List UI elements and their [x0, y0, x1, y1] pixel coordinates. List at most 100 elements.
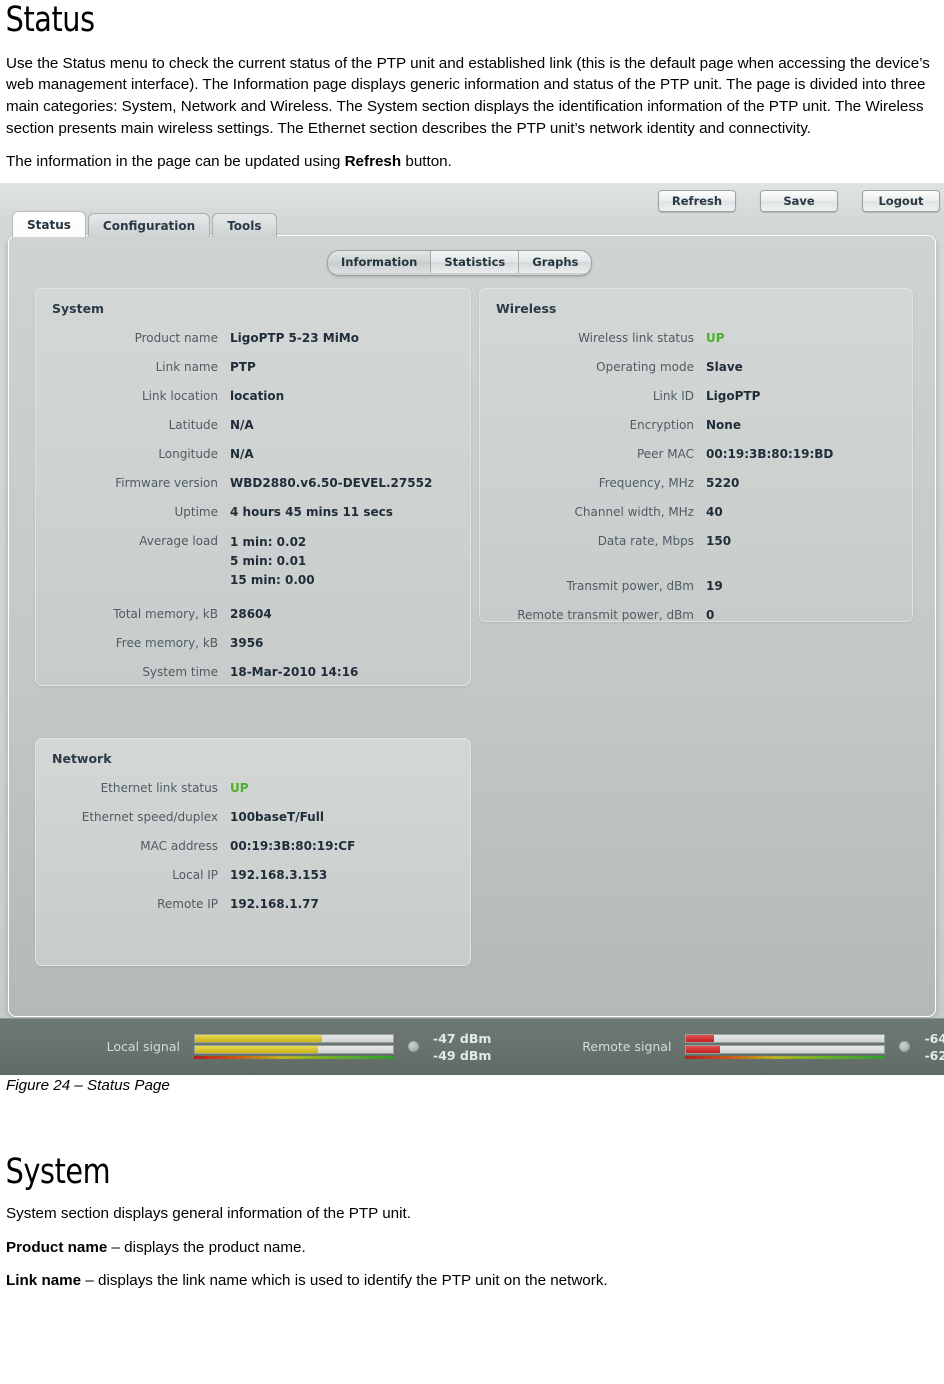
sub-tab-bar: Information Statistics Graphs: [327, 249, 593, 276]
label-data-rate: Data rate, Mbps: [597, 533, 694, 548]
network-card: Network Ethernet link status UP Ethernet…: [35, 737, 471, 966]
label-total-memory: Total memory, kB: [113, 606, 218, 621]
value-free-memory: 3956: [230, 635, 264, 650]
avg-load-15min: 15 min: 0.00: [230, 572, 315, 587]
remote-signal-values: -64 dBm -62 dBm: [924, 1030, 944, 1064]
row-system-time: System time 18-Mar-2010 14:16: [36, 664, 470, 693]
value-product-name: LigoPTP 5-23 MiMo: [230, 330, 359, 345]
value-data-rate: 150: [706, 533, 732, 548]
value-channel-width: 40: [706, 504, 723, 519]
label-peer-mac: Peer MAC: [636, 446, 694, 461]
wireless-rows: Wireless link status UP Operating mode S…: [480, 330, 912, 636]
local-signal-chain2-fill: [195, 1046, 318, 1054]
value-system-time: 18-Mar-2010 14:16: [230, 664, 359, 679]
row-uptime: Uptime 4 hours 45 mins 11 secs: [36, 504, 470, 533]
value-mac-address: 00:19:3B:80:19:CF: [230, 838, 356, 853]
value-remote-ip: 192.168.1.77: [230, 896, 319, 911]
row-average-load: Average load 1 min: 0.02 5 min: 0.01 15 …: [36, 533, 470, 590]
local-signal-chain1-fill: [195, 1035, 322, 1043]
section-title-system: System: [5, 1152, 111, 1193]
product-name-definition: Product name – displays the product name…: [4, 1237, 940, 1259]
remote-signal-chain2-value: -62 dBm: [924, 1047, 944, 1063]
local-signal-indicator-icon: [408, 1041, 419, 1053]
label-uptime: Uptime: [174, 504, 218, 519]
avg-load-1min: 1 min: 0.02: [230, 534, 307, 549]
link-name-description: – displays the link name which is used t…: [81, 1272, 608, 1290]
row-latitude: Latitude N/A: [36, 417, 470, 446]
figure-caption: Figure 24 – Status Page: [6, 1076, 170, 1094]
local-signal-meter: [194, 1034, 394, 1060]
logout-button[interactable]: Logout: [862, 189, 940, 212]
label-ethernet-speed-duplex: Ethernet speed/duplex: [81, 809, 218, 824]
wireless-card: Wireless Wireless link status UP Operati…: [479, 287, 913, 622]
product-name-description: – displays the product name.: [107, 1238, 306, 1256]
remote-signal-chain2-fill: [686, 1046, 721, 1054]
subtab-information[interactable]: Information: [328, 250, 432, 273]
subtab-graphs[interactable]: Graphs: [519, 250, 592, 273]
value-transmit-power: 19: [706, 578, 723, 593]
label-local-ip: Local IP: [172, 867, 218, 882]
network-card-title: Network: [52, 750, 112, 766]
label-encryption: Encryption: [629, 417, 694, 432]
value-frequency: 5220: [706, 475, 740, 490]
label-remote-ip: Remote IP: [157, 896, 218, 911]
label-product-name: Product name: [134, 330, 218, 345]
status-badge-wireless: UP: [706, 330, 725, 345]
row-mac-address: MAC address 00:19:3B:80:19:CF: [36, 838, 470, 867]
value-encryption: None: [706, 417, 741, 432]
refresh-note-suffix: button.: [401, 153, 452, 171]
value-link-id: LigoPTP: [706, 388, 761, 403]
refresh-button[interactable]: Refresh: [658, 189, 736, 212]
system-card: System Product name LigoPTP 5-23 MiMo Li…: [35, 287, 471, 686]
signal-status-bar: Local signal -47 dBm -49 dBm Remote sign…: [0, 1017, 944, 1075]
row-ethernet-link-status: Ethernet link status UP: [36, 780, 470, 809]
row-operating-mode: Operating mode Slave: [480, 359, 912, 388]
wireless-card-title: Wireless: [496, 300, 557, 316]
tab-configuration[interactable]: Configuration: [87, 212, 211, 237]
subtab-statistics[interactable]: Statistics: [431, 250, 520, 273]
tab-status[interactable]: Status: [12, 210, 86, 237]
refresh-note-prefix: The information in the page can be updat…: [6, 153, 345, 171]
tab-tools[interactable]: Tools: [212, 212, 277, 237]
remote-signal-label: Remote signal: [582, 1039, 672, 1055]
value-firmware-version: WBD2880.v6.50-DEVEL.27552: [230, 475, 433, 490]
label-wireless-link-status: Wireless link status: [578, 330, 694, 345]
avg-load-5min: 5 min: 0.01: [230, 553, 307, 568]
label-latitude: Latitude: [168, 417, 218, 432]
remote-signal-chain1-value: -64 dBm: [924, 1030, 944, 1046]
label-free-memory: Free memory, kB: [115, 635, 218, 650]
row-longitude: Longitude N/A: [36, 446, 470, 475]
document-body: Status Use the Status menu to check the …: [0, 0, 944, 173]
value-latitude: N/A: [230, 417, 254, 432]
value-remote-transmit-power: 0: [706, 607, 715, 622]
value-ethernet-speed-duplex: 100baseT/Full: [230, 809, 324, 824]
local-signal-chain1-value: -47 dBm: [433, 1030, 492, 1046]
row-free-memory: Free memory, kB 3956: [36, 635, 470, 664]
remote-signal-chain1-fill: [686, 1035, 715, 1043]
remote-signal-group: Remote signal -64 dBm -62 dBm: [491, 1019, 944, 1075]
value-link-name: PTP: [230, 359, 256, 374]
remote-signal-chain2-bar: [685, 1045, 886, 1055]
label-longitude: Longitude: [158, 446, 218, 461]
remote-signal-scale: [685, 1056, 886, 1060]
document-body-continued: Figure 24 – Status Page System System se…: [0, 1075, 944, 1292]
system-rows: Product name LigoPTP 5-23 MiMo Link name…: [36, 330, 470, 693]
system-section-intro: System section displays general informat…: [6, 1205, 411, 1223]
label-link-name: Link name: [155, 359, 218, 374]
label-system-time: System time: [142, 664, 218, 679]
value-peer-mac: 00:19:3B:80:19:BD: [706, 446, 834, 461]
label-ethernet-link-status: Ethernet link status: [100, 780, 218, 795]
content-window: Information Statistics Graphs System Pro…: [8, 234, 936, 1017]
value-operating-mode: Slave: [706, 359, 743, 374]
label-channel-width: Channel width, MHz: [574, 504, 694, 519]
remote-signal-chain1-bar: [685, 1034, 886, 1044]
value-link-location: location: [230, 388, 285, 403]
local-signal-chain2-bar: [194, 1045, 394, 1055]
row-link-id: Link ID LigoPTP: [480, 388, 912, 417]
row-link-location: Link location location: [36, 388, 470, 417]
label-average-load: Average load: [139, 533, 218, 548]
save-button[interactable]: Save: [760, 189, 838, 212]
action-button-bar: Refresh Save Logout: [658, 189, 940, 212]
row-link-name: Link name PTP: [36, 359, 470, 388]
